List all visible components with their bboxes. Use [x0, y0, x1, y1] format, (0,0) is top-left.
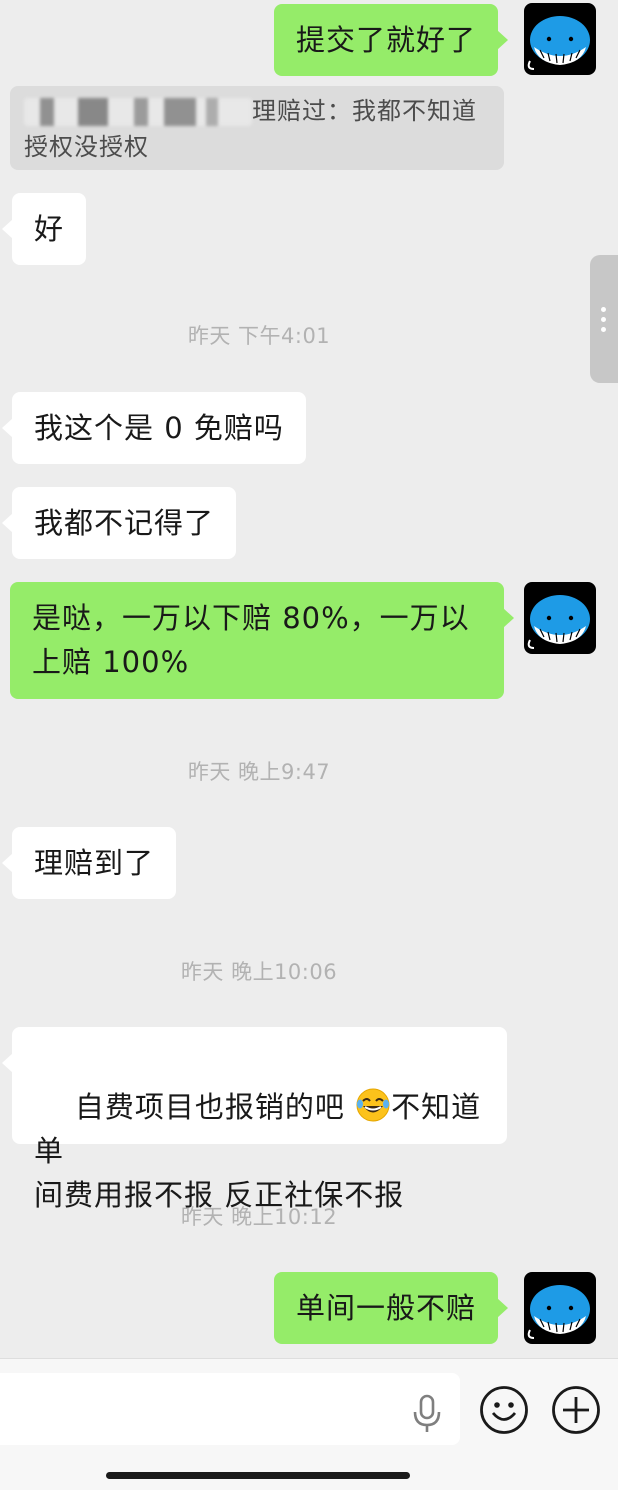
- microphone-icon[interactable]: [410, 1393, 444, 1433]
- home-indicator[interactable]: [106, 1472, 410, 1479]
- message-bubble-outgoing[interactable]: 单间一般不赔: [274, 1272, 509, 1344]
- timestamp: 昨天 晚上10:06: [180, 960, 338, 984]
- plus-circle-icon[interactable]: [550, 1384, 602, 1436]
- message-text: 自费项目也报销的吧: [74, 1090, 356, 1124]
- message-bubble-outgoing[interactable]: 提交了就好了: [274, 4, 509, 76]
- message-input[interactable]: [0, 1373, 460, 1445]
- chat-area[interactable]: 提交了就好了 理赔过：我都不知道 授权没授权 好 昨天 下午4:01 我这个是 …: [0, 0, 618, 1358]
- quote-text-line2: 授权没授权: [24, 133, 149, 161]
- tears-of-joy-emoji-icon: [355, 1087, 391, 1123]
- whale-avatar-icon[interactable]: [524, 3, 596, 75]
- quoted-message[interactable]: 理赔过：我都不知道 授权没授权: [10, 86, 504, 170]
- blurred-name: [24, 98, 252, 126]
- message-bubble-incoming[interactable]: 我这个是 0 免赔吗: [2, 392, 306, 464]
- message-bubble-incoming[interactable]: 好: [1, 193, 87, 265]
- whale-avatar-icon[interactable]: [524, 582, 596, 654]
- timestamp: 昨天 晚上9:47: [187, 760, 331, 784]
- message-bubble-incoming[interactable]: 理赔到了: [1, 827, 177, 899]
- smiley-face-icon[interactable]: [478, 1384, 530, 1436]
- scroll-handle[interactable]: [590, 255, 618, 383]
- message-bubble-incoming[interactable]: 我都不记得了: [1, 487, 237, 559]
- timestamp: 昨天 下午4:01: [187, 324, 331, 348]
- quote-text: 理赔过：我都不知道: [252, 97, 477, 125]
- message-bubble-outgoing[interactable]: 是哒，一万以下赔 80%，一万以 上赔 100%: [10, 582, 514, 699]
- message-bubble-incoming[interactable]: 自费项目也报销的吧 不知道单 间费用报不报 反正社保不报: [2, 1027, 507, 1212]
- whale-avatar-icon[interactable]: [524, 1272, 596, 1344]
- timestamp: 昨天 晚上10:12: [180, 1205, 338, 1229]
